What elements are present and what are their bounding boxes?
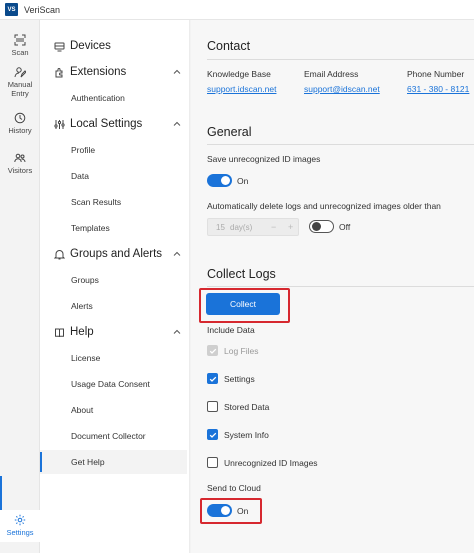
- auto-delete-label: Automatically delete logs and unrecogniz…: [207, 201, 441, 211]
- nav-item-get-help[interactable]: Get Help: [40, 450, 187, 474]
- settings-label: Settings: [224, 374, 255, 384]
- manual-entry-icon: [14, 67, 26, 78]
- phone-label: Phone Number: [407, 69, 465, 79]
- nav-group-local-settings[interactable]: Local Settings: [40, 113, 190, 135]
- nav-item-license[interactable]: License: [40, 346, 187, 370]
- stored-data-label: Stored Data: [224, 402, 270, 412]
- save-images-label: Save unrecognized ID images: [207, 154, 321, 164]
- rail-item-manual-entry[interactable]: Manual Entry: [0, 66, 40, 98]
- nav-group-label: Local Settings: [70, 118, 143, 130]
- general-title: General: [207, 125, 252, 139]
- left-rail: Scan Manual Entry History Visitors Setti…: [0, 20, 40, 553]
- log-files-checkbox: [207, 345, 218, 356]
- nav-group-label: Groups and Alerts: [70, 248, 163, 260]
- nav-item-profile[interactable]: Profile: [40, 138, 187, 162]
- help-icon: [55, 328, 64, 337]
- stepper-value: 15: [216, 222, 225, 232]
- kb-link[interactable]: support.idscan.net: [207, 84, 276, 94]
- nav-item-about[interactable]: About: [40, 398, 187, 422]
- rail-label-manual-entry: Manual Entry: [7, 80, 33, 98]
- save-images-toggle[interactable]: [207, 174, 232, 187]
- nav-item-groups[interactable]: Groups: [40, 268, 187, 292]
- log-files-label: Log Files: [224, 346, 259, 356]
- auto-delete-toggle[interactable]: [309, 220, 334, 233]
- app-logo: VS: [5, 3, 18, 16]
- groups-alerts-icon: [54, 249, 65, 259]
- rail-label-settings: Settings: [6, 528, 34, 537]
- nav-item-usage-data-consent[interactable]: Usage Data Consent: [40, 372, 187, 396]
- rail-label-history: History: [8, 126, 32, 135]
- rail-item-settings[interactable]: Settings: [0, 510, 40, 542]
- system-info-checkbox[interactable]: [207, 429, 218, 440]
- title-bar: VS VeriScan: [0, 0, 474, 20]
- send-to-cloud-toggle[interactable]: [207, 504, 232, 517]
- history-icon: [14, 112, 26, 124]
- chevron-up-icon: [173, 251, 181, 256]
- rail-item-scan[interactable]: Scan: [0, 34, 40, 57]
- chevron-up-icon: [173, 121, 181, 126]
- scan-icon: [14, 34, 26, 46]
- include-data-label: Include Data: [207, 325, 255, 335]
- settings-checkbox[interactable]: [207, 373, 218, 384]
- stepper-unit: day(s): [230, 222, 253, 232]
- email-label: Email Address: [304, 69, 359, 79]
- nav-item-scan-results[interactable]: Scan Results: [40, 190, 187, 214]
- chevron-up-icon: [173, 69, 181, 74]
- nav-group-label: Extensions: [70, 66, 127, 78]
- nav-group-label: Devices: [70, 40, 111, 52]
- nav-item-document-collector[interactable]: Document Collector: [40, 424, 187, 448]
- nav-group-groups-alerts[interactable]: Groups and Alerts: [40, 243, 190, 265]
- email-link[interactable]: support@idscan.net: [304, 84, 380, 94]
- visitors-icon: [14, 153, 26, 163]
- checkmark-icon: [209, 348, 216, 354]
- main-content: Contact Knowledge Base support.idscan.ne…: [191, 20, 474, 553]
- contact-divider: [207, 59, 474, 60]
- app-title: VeriScan: [24, 4, 61, 15]
- phone-link[interactable]: 631 - 380 - 8121: [407, 84, 469, 94]
- save-images-toggle-state: On: [237, 176, 249, 186]
- nav-item-templates[interactable]: Templates: [40, 216, 187, 240]
- rail-label-visitors: Visitors: [7, 166, 33, 175]
- collect-logs-divider: [207, 286, 474, 287]
- stepper-increment-button[interactable]: +: [288, 222, 293, 232]
- nav-item-alerts[interactable]: Alerts: [40, 294, 187, 318]
- rail-item-history[interactable]: History: [0, 112, 40, 135]
- auto-delete-days-stepper[interactable]: 15 day(s) − +: [207, 218, 299, 236]
- gear-icon: [14, 514, 26, 526]
- chevron-up-icon: [173, 329, 181, 334]
- nav-group-devices[interactable]: Devices: [40, 35, 190, 57]
- send-to-cloud-toggle-state: On: [237, 506, 249, 516]
- nav-group-extensions[interactable]: Extensions: [40, 61, 190, 83]
- kb-label: Knowledge Base: [207, 69, 271, 79]
- checkmark-icon: [209, 432, 216, 438]
- nav-group-help[interactable]: Help: [40, 321, 190, 343]
- contact-title: Contact: [207, 39, 251, 53]
- nav-group-label: Help: [70, 326, 94, 338]
- auto-delete-toggle-state: Off: [339, 222, 351, 232]
- settings-nav: Devices Extensions Authentication Local …: [40, 20, 190, 553]
- system-info-label: System Info: [224, 430, 269, 440]
- stored-data-checkbox[interactable]: [207, 401, 218, 412]
- extensions-icon: [55, 67, 63, 77]
- checkmark-icon: [209, 376, 216, 382]
- local-settings-icon: [54, 119, 65, 129]
- general-divider: [207, 144, 474, 145]
- collect-button[interactable]: Collect: [206, 293, 280, 315]
- nav-item-authentication[interactable]: Authentication: [40, 86, 187, 110]
- nav-item-data[interactable]: Data: [40, 164, 187, 188]
- send-to-cloud-label: Send to Cloud: [207, 483, 261, 493]
- unrecognized-images-checkbox[interactable]: [207, 457, 218, 468]
- rail-label-scan: Scan: [11, 48, 29, 57]
- collect-logs-title: Collect Logs: [207, 267, 276, 281]
- stepper-decrement-button[interactable]: −: [271, 222, 276, 232]
- unrecognized-images-label: Unrecognized ID Images: [224, 458, 318, 468]
- devices-icon: [54, 42, 65, 51]
- rail-item-visitors[interactable]: Visitors: [0, 152, 40, 175]
